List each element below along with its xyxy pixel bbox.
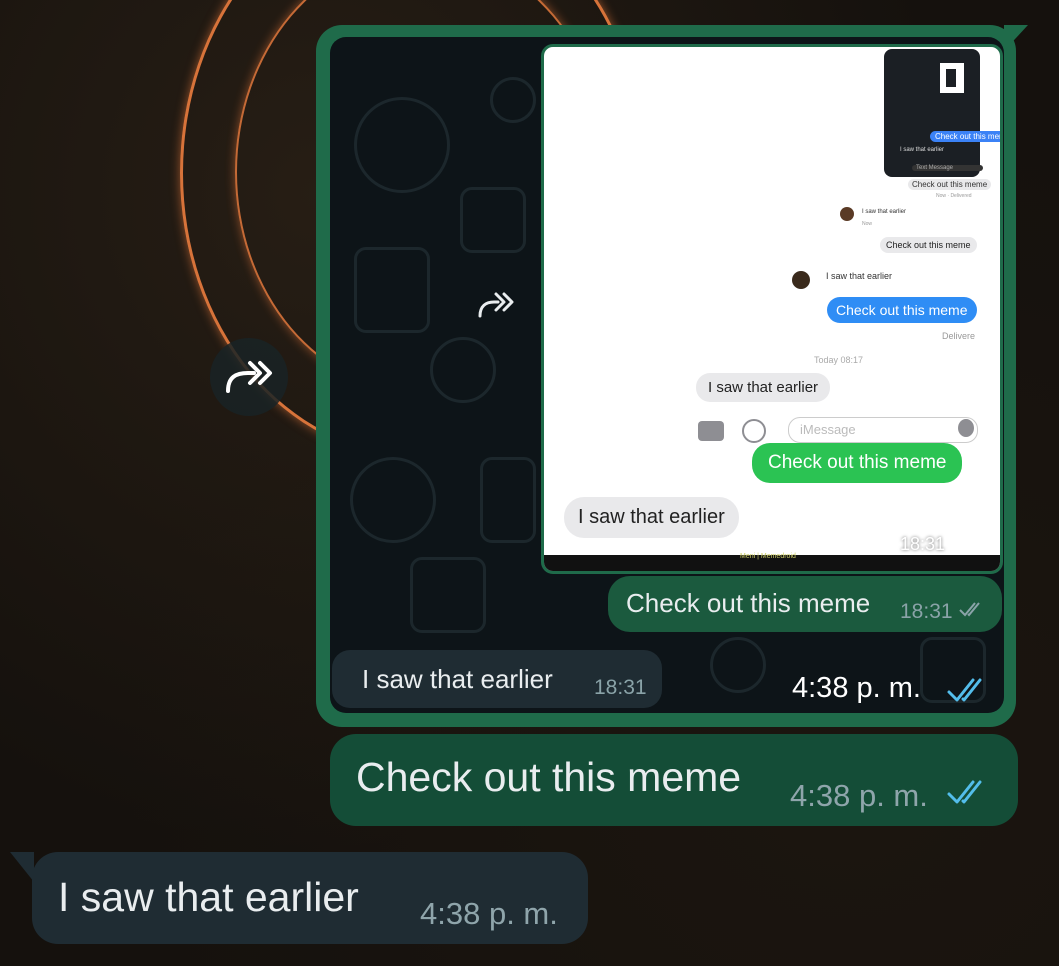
message-text: I saw that earlier	[58, 874, 359, 920]
mic-icon	[958, 419, 974, 437]
bubble-tail	[1004, 25, 1028, 51]
image-timestamp: 18:31	[900, 534, 978, 555]
tiny-status: Now · Delivered	[936, 193, 972, 199]
watermark-text: Meni | Memedroid	[740, 553, 796, 560]
caption-in-text: I saw that earlier	[362, 664, 553, 694]
forward-icon	[226, 361, 272, 393]
small-message-in: I saw that earlier	[826, 271, 893, 281]
imessage-placeholder: iMessage	[800, 422, 856, 437]
mini-line-1: Check out this meme	[930, 131, 1000, 142]
double-check-icon	[951, 538, 972, 553]
small-message-out: Check out this meme	[880, 237, 977, 253]
imessage-bubble: Check out this meme	[827, 297, 977, 323]
forward-icon-small	[478, 292, 514, 318]
message-bubble-incoming[interactable]: I saw that earlier 4:38 p. m.	[10, 852, 588, 944]
delivered-label: Delivere	[942, 331, 976, 341]
timestamp-label: Today 08:17	[814, 355, 864, 365]
camera-icon	[698, 421, 724, 441]
avatar-medium	[792, 271, 810, 289]
caption-in-time: 18:31	[594, 676, 647, 699]
message-time: 4:38 p. m.	[420, 896, 558, 931]
double-check-icon	[959, 602, 980, 617]
double-check-icon	[947, 780, 982, 804]
image-caption-outgoing: Check out this meme 18:31	[608, 576, 1002, 632]
mini-phone-screenshot: Check out this meme I saw that earlier T…	[884, 49, 1000, 177]
tiny-label-sub: Now	[862, 221, 873, 227]
sms-bubble: Check out this meme	[752, 443, 963, 483]
caption-out-text: Check out this meme	[626, 588, 871, 618]
image-caption-incoming: I saw that earlier 18:31	[332, 650, 662, 708]
tiny-message-1: Check out this meme	[908, 179, 992, 190]
gray-bubble: I saw that earlier	[696, 373, 831, 402]
caption-out-time: 18:31	[900, 600, 953, 623]
message-time: 4:38 p. m.	[790, 778, 928, 813]
avatar-small	[840, 207, 854, 221]
tiny-label: I saw that earlier	[862, 209, 907, 215]
app-store-icon	[742, 419, 766, 443]
message-text: Check out this meme	[356, 754, 742, 800]
mini-line-2: I saw that earlier	[900, 147, 945, 153]
forwarded-message-time: 4:38 p. m.	[792, 672, 921, 704]
bubble-tail	[10, 852, 34, 882]
message-bubble-outgoing[interactable]: Check out this meme 4:38 p. m.	[330, 734, 1018, 826]
forwarded-screenshot-image[interactable]: Check out this meme I saw that earlier T…	[541, 44, 1003, 574]
double-check-icon	[947, 678, 982, 702]
mini-input: Text Message	[912, 165, 984, 171]
gray-bubble-large: I saw that earlier	[564, 497, 739, 538]
forward-button[interactable]	[210, 338, 288, 416]
